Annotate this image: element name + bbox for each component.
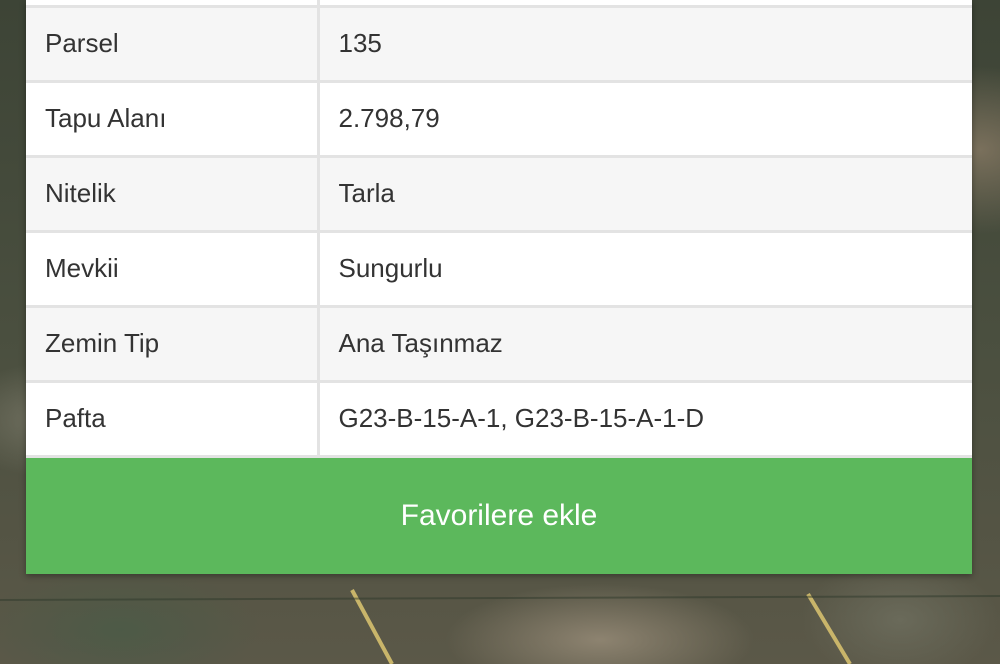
parcel-details-table: Parsel 135 Tapu Alanı 2.798,79 Nitelik T… <box>26 0 972 458</box>
table-row-zemin-tip: Zemin Tip Ana Taşınmaz <box>26 306 972 383</box>
table-row-nitelik: Nitelik Tarla <box>26 156 972 233</box>
table-row-mevkii: Mevkii Sungurlu <box>26 231 972 308</box>
add-to-favorites-button[interactable]: Favorilere ekle <box>26 457 972 574</box>
row-label: Nitelik <box>26 156 320 233</box>
parcel-info-panel: Parsel 135 Tapu Alanı 2.798,79 Nitelik T… <box>26 0 972 574</box>
row-label: Mevkii <box>26 231 320 308</box>
row-value: Tarla <box>318 156 972 233</box>
table-row-tapu-alani: Tapu Alanı 2.798,79 <box>26 81 972 158</box>
row-value: Ana Taşınmaz <box>318 306 972 383</box>
row-label: Parsel <box>26 6 320 83</box>
row-label: Zemin Tip <box>26 306 320 383</box>
row-value: 2.798,79 <box>318 81 972 158</box>
row-value: 135 <box>318 6 972 83</box>
table-row-parsel: Parsel 135 <box>26 6 972 83</box>
row-label: Tapu Alanı <box>26 81 320 158</box>
row-label: Pafta <box>26 381 320 458</box>
table-row-pafta: Pafta G23-B-15-A-1, G23-B-15-A-1-D <box>26 381 972 458</box>
row-value: G23-B-15-A-1, G23-B-15-A-1-D <box>318 381 972 458</box>
row-value: Sungurlu <box>318 231 972 308</box>
